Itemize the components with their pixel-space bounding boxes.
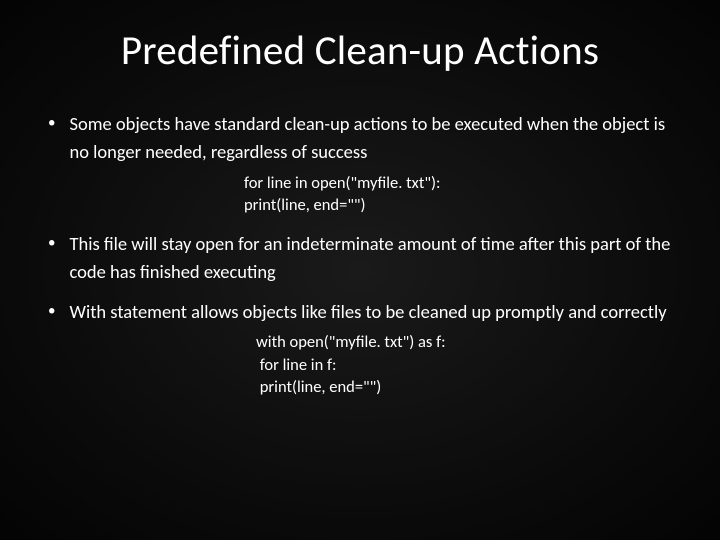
code-line: print(line, end="") (244, 195, 366, 215)
bullet-dot: • (48, 110, 55, 138)
slide-body: • Some objects have standard clean-up ac… (40, 110, 680, 398)
bullet-3: • With statement allows objects like fil… (46, 298, 680, 326)
bullet-text: With statement allows objects like files… (69, 298, 680, 326)
slide: Predefined Clean-up Actions • Some objec… (0, 0, 720, 540)
code-line: for line in open("myfile. txt"): (244, 173, 440, 193)
code-line: for line in f: (256, 355, 336, 375)
bullet-1: • Some objects have standard clean-up ac… (46, 110, 680, 166)
bullet-text: Some objects have standard clean-up acti… (69, 110, 680, 166)
bullet-dot: • (48, 230, 55, 258)
slide-title: Predefined Clean-up Actions (40, 26, 680, 76)
bullet-text: This file will stay open for an indeterm… (69, 230, 680, 286)
code-block-1: for line in open("myfile. txt"): print(l… (46, 172, 680, 217)
code-block-2: with open("myfile. txt") as f: for line … (46, 331, 680, 398)
code-line: print(line, end="") (256, 377, 381, 397)
code-line: with open("myfile. txt") as f: (256, 332, 446, 352)
bullet-dot: • (48, 298, 55, 326)
bullet-2: • This file will stay open for an indete… (46, 230, 680, 286)
